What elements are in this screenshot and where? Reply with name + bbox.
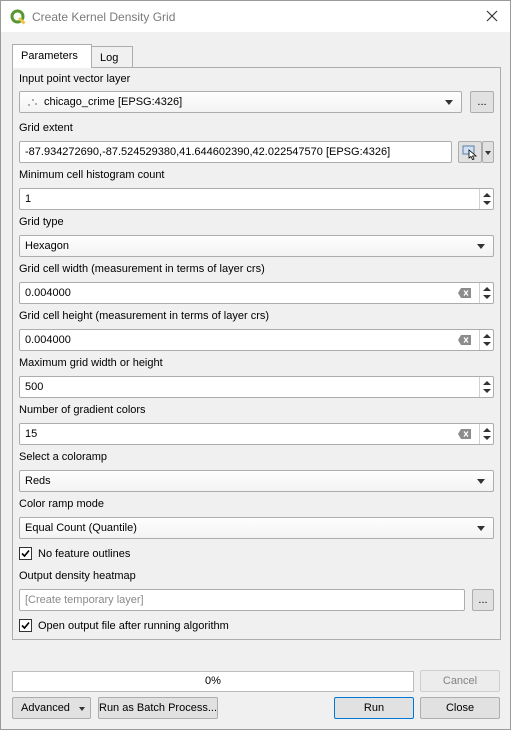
qgis-logo-icon (10, 9, 26, 25)
dialog-window: Create Kernel Density Grid Parameters Lo… (0, 0, 511, 730)
gradient-colors-label: Number of gradient colors (19, 404, 146, 416)
chevron-down-icon (477, 244, 485, 249)
output-placeholder: [Create temporary layer] (25, 594, 144, 606)
spin-buttons[interactable] (479, 189, 493, 209)
tab-parameters-label: Parameters (21, 50, 78, 62)
gradient-colors-value: 15 (25, 428, 38, 440)
spin-buttons[interactable] (479, 330, 493, 350)
grid-type-label: Grid type (19, 216, 64, 228)
cell-height-spinbox[interactable]: 0.004000 (19, 329, 494, 351)
input-layer-label: Input point vector layer (19, 73, 131, 85)
no-outlines-label[interactable]: No feature outlines (38, 548, 130, 560)
no-outlines-checkbox[interactable] (19, 547, 32, 560)
min-cell-hist-spinbox[interactable]: 1 (19, 188, 494, 210)
ramp-mode-value: Equal Count (Quantile) (25, 522, 137, 534)
advanced-label: Advanced (21, 702, 70, 714)
ramp-mode-label: Color ramp mode (19, 498, 104, 510)
min-cell-hist-value: 1 (25, 193, 32, 205)
title-bar: Create Kernel Density Grid (1, 1, 510, 32)
open-output-label[interactable]: Open output file after running algorithm (38, 620, 229, 632)
output-label: Output density heatmap (19, 570, 136, 582)
checkmark-icon (21, 621, 30, 630)
chevron-down-icon (445, 100, 453, 105)
spin-down-icon[interactable] (483, 295, 491, 299)
clear-icon[interactable] (458, 335, 471, 345)
colorramp-combo[interactable]: Reds (19, 470, 494, 492)
min-cell-hist-label: Minimum cell histogram count (19, 169, 165, 181)
batch-process-button[interactable]: Run as Batch Process... (98, 697, 218, 719)
colorramp-value: Reds (25, 475, 51, 487)
spin-buttons[interactable] (479, 283, 493, 303)
extent-select-button[interactable] (458, 141, 482, 163)
max-grid-spinbox[interactable]: 500 (19, 376, 494, 398)
grid-extent-input[interactable]: -87.934272690,-87.524529380,41.644602390… (19, 141, 452, 163)
grid-extent-label: Grid extent (19, 122, 73, 134)
close-button[interactable]: Close (420, 697, 500, 719)
input-layer-browse-button[interactable]: ... (470, 91, 494, 113)
grid-type-value: Hexagon (25, 240, 70, 252)
input-layer-value: chicago_crime [EPSG:4326] (44, 96, 183, 108)
spin-down-icon[interactable] (483, 342, 491, 346)
output-input[interactable]: [Create temporary layer] (19, 589, 465, 611)
spin-up-icon[interactable] (483, 381, 491, 385)
select-on-map-icon (462, 145, 478, 160)
max-grid-label: Maximum grid width or height (19, 357, 163, 369)
chevron-down-icon (477, 526, 485, 531)
spin-down-icon[interactable] (483, 436, 491, 440)
progress-bar: 0% (12, 671, 414, 692)
point-layer-icon (28, 99, 37, 106)
spin-up-icon[interactable] (483, 193, 491, 197)
input-layer-combo[interactable]: chicago_crime [EPSG:4326] (19, 91, 462, 113)
clear-icon[interactable] (458, 288, 471, 298)
cell-height-label: Grid cell height (measurement in terms o… (19, 310, 270, 322)
chevron-down-icon (485, 151, 491, 155)
grid-type-combo[interactable]: Hexagon (19, 235, 494, 257)
cell-height-value: 0.004000 (25, 334, 71, 346)
close-window-icon[interactable] (482, 6, 502, 26)
parameters-panel: Input point vector layer chicago_crime [… (12, 67, 501, 640)
extent-menu-button[interactable] (482, 141, 494, 163)
chevron-down-icon (477, 479, 485, 484)
grid-extent-value: -87.934272690,-87.524529380,41.644602390… (25, 146, 391, 158)
open-output-checkbox[interactable] (19, 619, 32, 632)
run-button[interactable]: Run (334, 697, 414, 719)
spin-down-icon[interactable] (483, 201, 491, 205)
tab-parameters[interactable]: Parameters (12, 44, 92, 68)
checkmark-icon (21, 549, 30, 558)
spin-down-icon[interactable] (483, 389, 491, 393)
advanced-button[interactable]: Advanced (12, 697, 91, 719)
chevron-down-icon (79, 707, 85, 711)
cell-width-spinbox[interactable]: 0.004000 (19, 282, 494, 304)
output-browse-button[interactable]: ... (472, 589, 494, 611)
spin-up-icon[interactable] (483, 334, 491, 338)
progress-text: 0% (205, 675, 221, 687)
spin-up-icon[interactable] (483, 428, 491, 432)
tab-log[interactable]: Log (91, 46, 133, 68)
window-title: Create Kernel Density Grid (32, 10, 176, 24)
cancel-button[interactable]: Cancel (420, 670, 500, 692)
clear-icon[interactable] (458, 429, 471, 439)
cell-width-value: 0.004000 (25, 287, 71, 299)
spin-buttons[interactable] (479, 424, 493, 444)
max-grid-value: 500 (25, 381, 44, 393)
tab-log-label: Log (100, 52, 119, 64)
spin-buttons[interactable] (479, 377, 493, 397)
colorramp-label: Select a coloramp (19, 451, 108, 463)
spin-up-icon[interactable] (483, 287, 491, 291)
ramp-mode-combo[interactable]: Equal Count (Quantile) (19, 517, 494, 539)
gradient-colors-spinbox[interactable]: 15 (19, 423, 494, 445)
cell-width-label: Grid cell width (measurement in terms of… (19, 263, 265, 275)
